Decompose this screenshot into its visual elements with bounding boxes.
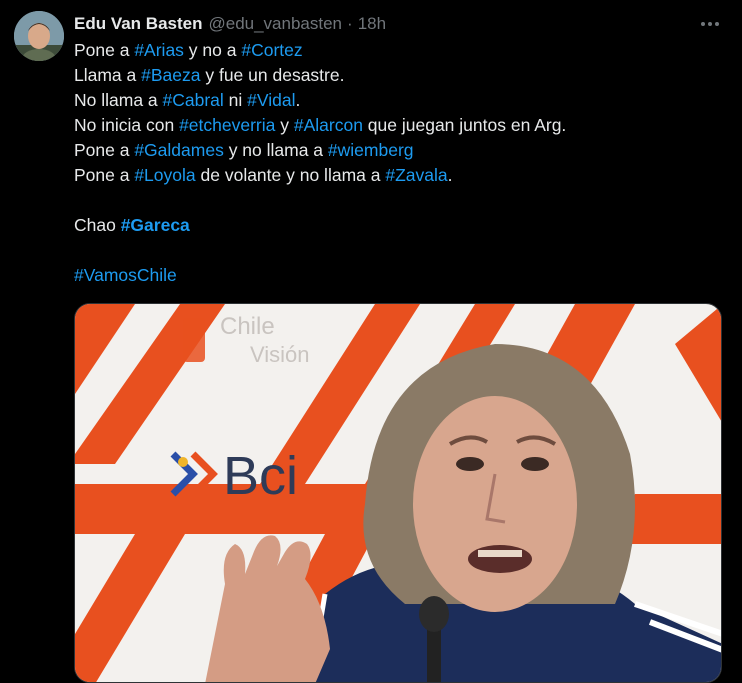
hashtag-zavala[interactable]: #Zavala bbox=[385, 165, 447, 185]
tweet-line: #VamosChile bbox=[74, 263, 724, 288]
text-segment: Llama a bbox=[74, 65, 142, 85]
text-segment: Pone a bbox=[74, 40, 135, 60]
tweet-line: Chao #Gareca bbox=[74, 213, 724, 238]
text-segment: No inicia con bbox=[74, 115, 180, 135]
text-segment: y bbox=[275, 115, 294, 135]
text-segment: . bbox=[295, 90, 301, 110]
hashtag-baeza[interactable]: #Baeza bbox=[141, 65, 200, 85]
tweet[interactable]: Edu Van Basten @edu_vanbasten · 18h Pone… bbox=[0, 0, 742, 683]
more-options-icon[interactable] bbox=[698, 14, 722, 34]
text-segment: y no a bbox=[183, 40, 242, 60]
hashtag-wiemberg[interactable]: #wiemberg bbox=[328, 140, 414, 160]
hashtag-vamoschile[interactable]: #VamosChile bbox=[74, 265, 177, 285]
text-segment: que juegan juntos en Arg. bbox=[362, 115, 567, 135]
hashtag-loyola[interactable]: #Loyola bbox=[134, 165, 195, 185]
tweet-media-photo[interactable]: Chile Visión Bci bbox=[74, 303, 722, 683]
tweet-text: Pone a #Arias y no a #Cortez Llama a #Ba… bbox=[74, 38, 724, 288]
text-segment: Pone a bbox=[74, 140, 135, 160]
backdrop-text-vision: Visión bbox=[250, 342, 310, 367]
hashtag-cortez[interactable]: #Cortez bbox=[241, 40, 302, 60]
timestamp[interactable]: 18h bbox=[358, 14, 386, 34]
separator-dot: · bbox=[347, 14, 353, 33]
text-segment: . bbox=[447, 165, 453, 185]
text-segment: Chao bbox=[74, 215, 121, 235]
avatar[interactable] bbox=[14, 11, 64, 61]
tweet-header: Edu Van Basten @edu_vanbasten · 18h bbox=[74, 13, 386, 35]
hashtag-arias[interactable]: #Arias bbox=[134, 40, 184, 60]
backdrop-crest-icon bbox=[183, 318, 205, 362]
author-name[interactable]: Edu Van Basten bbox=[74, 14, 202, 34]
text-segment: de volante y no llama a bbox=[195, 165, 386, 185]
text-segment: y fue un desastre. bbox=[200, 65, 345, 85]
hashtag-cabral[interactable]: #Cabral bbox=[163, 90, 224, 110]
text-segment: ni bbox=[223, 90, 248, 110]
backdrop-text-chile: Chile bbox=[220, 313, 275, 340]
hashtag-etcheverria[interactable]: #etcheverria bbox=[179, 115, 275, 135]
tweet-line: Llama a #Baeza y fue un desastre. bbox=[74, 63, 724, 88]
hashtag-gareca[interactable]: #Gareca bbox=[121, 215, 190, 235]
text-segment: Pone a bbox=[74, 165, 135, 185]
author-handle[interactable]: @edu_vanbasten bbox=[208, 14, 342, 34]
tweet-line: Pone a #Arias y no a #Cortez bbox=[74, 38, 724, 63]
backdrop-text-bci: Bci bbox=[223, 446, 298, 506]
tweet-line: No inicia con #etcheverria y #Alarcon qu… bbox=[74, 113, 724, 138]
hashtag-alarcon[interactable]: #Alarcon bbox=[294, 115, 363, 135]
text-segment: y no llama a bbox=[223, 140, 328, 160]
hashtag-galdames[interactable]: #Galdames bbox=[134, 140, 224, 160]
hashtag-vidal[interactable]: #Vidal bbox=[247, 90, 295, 110]
text-segment: No llama a bbox=[74, 90, 163, 110]
tweet-line: Pone a #Loyola de volante y no llama a #… bbox=[74, 163, 724, 188]
tweet-line: Pone a #Galdames y no llama a #wiemberg bbox=[74, 138, 724, 163]
tweet-line: No llama a #Cabral ni #Vidal. bbox=[74, 88, 724, 113]
